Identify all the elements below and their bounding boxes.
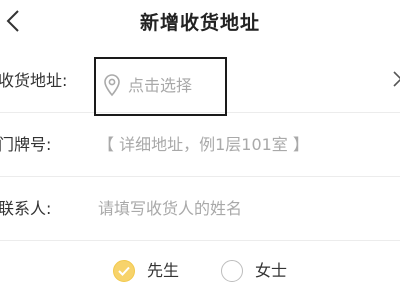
contact-row: 联系人: 请填写收货人的姓名 <box>0 178 400 241</box>
page-title: 新增收货地址 <box>139 12 260 34</box>
location-pin-icon <box>104 74 120 97</box>
address-placeholder: 点击选择 <box>128 76 193 95</box>
contact-name-input[interactable]: 请填写收货人的姓名 <box>98 178 242 240</box>
header-bar: 新增收货地址 <box>0 0 400 44</box>
door-number-label: 门牌号: <box>0 135 52 154</box>
chevron-right-icon[interactable] <box>392 71 400 87</box>
address-picker[interactable]: 点击选择 <box>94 57 227 116</box>
contact-label: 联系人: <box>0 199 52 218</box>
gender-label-ms[interactable]: 女士 <box>255 260 287 282</box>
gender-radio-mr[interactable] <box>113 260 135 282</box>
add-address-screen: 新增收货地址 收货地址: 点击选择 门牌号: 【 详细地址，例1层101室 】 … <box>0 0 400 300</box>
check-icon <box>118 266 130 276</box>
address-label: 收货地址: <box>0 71 68 90</box>
gender-radio-ms[interactable] <box>221 260 243 282</box>
gender-selector: 先生 女士 <box>0 250 400 294</box>
door-number-input[interactable]: 【 详细地址，例1层101室 】 <box>98 114 309 176</box>
gender-label-mr[interactable]: 先生 <box>147 260 179 282</box>
door-number-row: 门牌号: 【 详细地址，例1层101室 】 <box>0 114 400 177</box>
